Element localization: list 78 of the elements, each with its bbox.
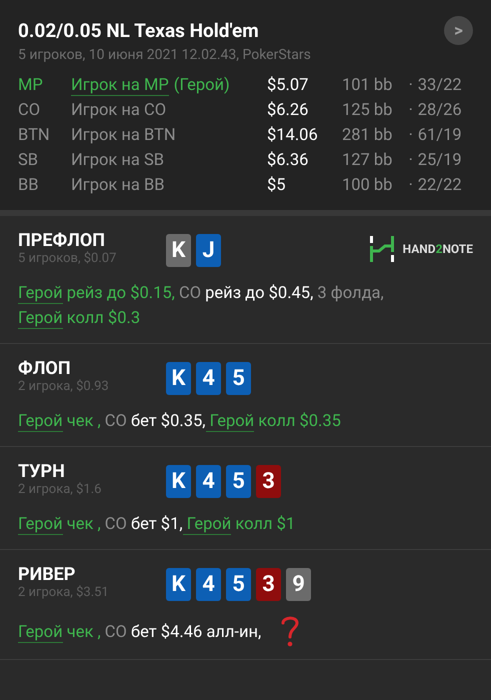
stack-amount: $6.26 [267, 100, 310, 122]
player-stats: 33/22 [418, 75, 463, 97]
playing-card: 4 [196, 362, 221, 395]
action-text: рейз до $0.45, [204, 284, 314, 303]
playing-card: K [166, 234, 191, 267]
separator-dot: · [408, 100, 414, 122]
playing-card: K [166, 465, 191, 498]
playing-card: J [196, 234, 221, 267]
big-blinds: 100 bb [342, 175, 394, 197]
action-text: бет $1, [130, 515, 183, 534]
playing-card: 5 [226, 568, 251, 601]
street-title: ПРЕФЛОП [18, 230, 106, 251]
action-text: рейз до $0.15, [66, 284, 175, 303]
position-label: BTN [18, 125, 51, 147]
question-mark-icon [279, 615, 302, 647]
position-label: BB [18, 175, 40, 197]
action-text: чек , [66, 412, 101, 431]
player-text: CO [178, 284, 202, 303]
action-text: колл $0.3 [66, 309, 140, 328]
hero-tag: (Герой) [174, 76, 230, 95]
separator-dot: · [408, 125, 414, 147]
hero-link[interactable]: Герой [18, 284, 63, 304]
hero-link[interactable]: Герой [18, 515, 63, 535]
player-text: CO [104, 412, 127, 431]
playing-card: 5 [226, 362, 251, 395]
player-text: CO [104, 623, 127, 642]
action-text: колл $0.35 [257, 412, 341, 431]
player-name: Игрок на CO [71, 101, 166, 120]
action-text: бет $4.46 алл-ин, [130, 623, 262, 642]
action-text: чек , [66, 623, 101, 642]
hand-subtitle: 5 игроков, 10 июня 2021 12.02.43, PokerStars [18, 47, 312, 63]
action-text: чек , [66, 515, 101, 534]
separator-dot: · [408, 150, 414, 172]
big-blinds: 281 bb [342, 125, 394, 147]
position-label: MP [18, 75, 44, 97]
street-title: РИВЕР [18, 564, 76, 585]
hero-link[interactable]: Герой [18, 412, 63, 432]
playing-card: 3 [256, 568, 281, 601]
player-name[interactable]: Игрок на MP [71, 76, 169, 96]
street-title: ФЛОП [18, 358, 72, 379]
player-name: Игрок на BB [71, 176, 165, 195]
playing-card: 5 [226, 465, 251, 498]
playing-card: K [166, 568, 191, 601]
position-label: SB [18, 150, 40, 172]
playing-card: 3 [256, 465, 281, 498]
stack-amount: $6.36 [267, 150, 310, 172]
action-text: бет $0.35, [130, 412, 206, 431]
hero-link[interactable]: Герой [182, 515, 232, 535]
big-blinds: 101 bb [342, 75, 394, 97]
playing-card: K [166, 362, 191, 395]
playing-card: 9 [286, 568, 311, 601]
playing-card: 4 [196, 568, 221, 601]
player-name: Игрок на SB [71, 151, 164, 170]
player-name: Игрок на BTN [71, 126, 176, 145]
big-blinds: 125 bb [342, 100, 394, 122]
next-button[interactable]: > [444, 16, 473, 45]
street-title: ТУРН [18, 461, 66, 482]
stack-amount: $14.06 [267, 125, 319, 147]
player-stats: 28/26 [418, 100, 463, 122]
player-stats: 25/19 [418, 150, 463, 172]
player-text: CO [104, 515, 127, 534]
hero-link[interactable]: Герой [18, 309, 63, 329]
separator-dot: · [408, 75, 414, 97]
playing-card: 4 [196, 465, 221, 498]
hand-title: 0.02/0.05 NL Texas Hold'em [18, 19, 259, 42]
action-text: колл $1 [234, 515, 296, 534]
player-stats: 22/22 [418, 175, 463, 197]
stack-amount: $5.07 [267, 75, 310, 97]
logo-icon [368, 236, 395, 262]
hero-link[interactable]: Герой [18, 623, 63, 643]
player-stats: 61/19 [418, 125, 463, 147]
player-text: 3 фолда, [316, 284, 384, 303]
big-blinds: 127 bb [342, 150, 394, 172]
stack-amount: $5 [267, 175, 287, 197]
separator-dot: · [408, 175, 414, 197]
position-label: CO [18, 100, 42, 122]
logo-text: HAND2NOTE [402, 242, 473, 256]
hero-link[interactable]: Герой [206, 412, 254, 432]
